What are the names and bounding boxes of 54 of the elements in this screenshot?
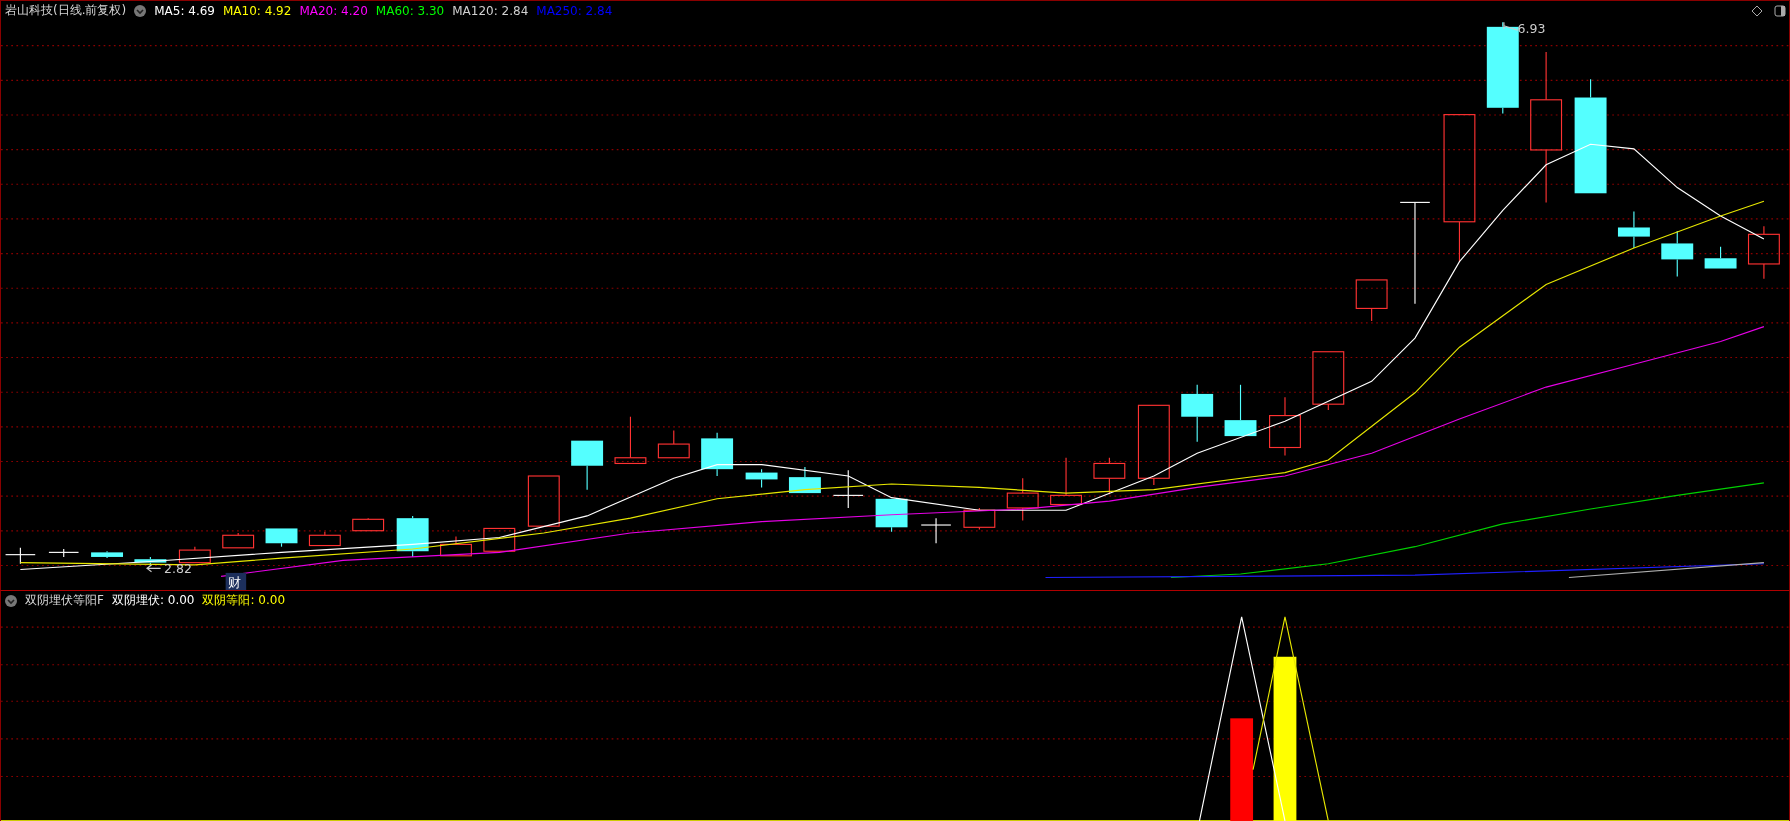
candlestick [1355,279,1388,322]
candlestick [701,432,734,477]
candlestick [745,468,778,488]
candlestick [832,469,864,509]
ma-legend-value: MA5: 4.69 [154,3,215,18]
ma-legend-value: MA120: 2.84 [452,3,529,18]
candlestick [788,466,821,494]
high-price-label: 6.93 [1517,20,1546,36]
candlestick [963,507,996,531]
ma-legend-value: MA250: 2.84 [536,3,613,18]
ma-legend-value: MA10: 4.92 [222,3,292,18]
candlestick [178,546,211,564]
dropdown-icon[interactable] [5,594,17,607]
candlestick [1181,384,1214,443]
candlestick [1224,384,1257,437]
candlestick [1617,210,1650,249]
indicator-name: 双阴埋伏等阳F [25,592,104,609]
candlestick [1006,477,1039,522]
panel-icon[interactable] [1774,4,1786,17]
dropdown-icon[interactable] [134,4,147,17]
candlestick [48,548,80,558]
candlestick [527,475,560,527]
candlestick [91,550,123,559]
arrow-icon [146,564,162,573]
candlestick [308,531,341,547]
candlestick [265,528,298,548]
candlestick [920,517,952,544]
chart-title: 岩山科技(日线.前复权) [5,2,127,19]
candlestick [440,535,472,557]
candlestick [614,416,647,465]
ma-legend-value: MA20: 4.20 [299,3,368,18]
candlestick [657,429,690,459]
candlestick [352,517,385,532]
arrow-icon [1503,21,1519,31]
candlestick [571,440,604,491]
candlestick [1661,230,1694,278]
candlestick [5,547,36,565]
candlestick [1312,351,1345,411]
indicator-legend-value: 双阴等阳: 0.00 [202,592,286,609]
candlestick [1050,457,1082,506]
candlestick [1269,396,1301,457]
ma-legend-value: MA60: 3.30 [375,3,445,18]
candlestick [134,556,167,567]
candlestick [1747,225,1780,280]
event-marker[interactable]: 财 [225,572,247,590]
candlestick [1093,457,1126,495]
low-price-label: 2.82 [164,560,192,576]
candlestick [483,527,516,552]
candlestick [1704,246,1737,269]
diamond-icon[interactable] [1751,4,1763,17]
indicator-legend-value: 双阴埋伏: 0.00 [111,592,195,609]
candlestick [396,515,429,558]
candlestick [875,498,908,533]
candlestick [222,532,255,549]
